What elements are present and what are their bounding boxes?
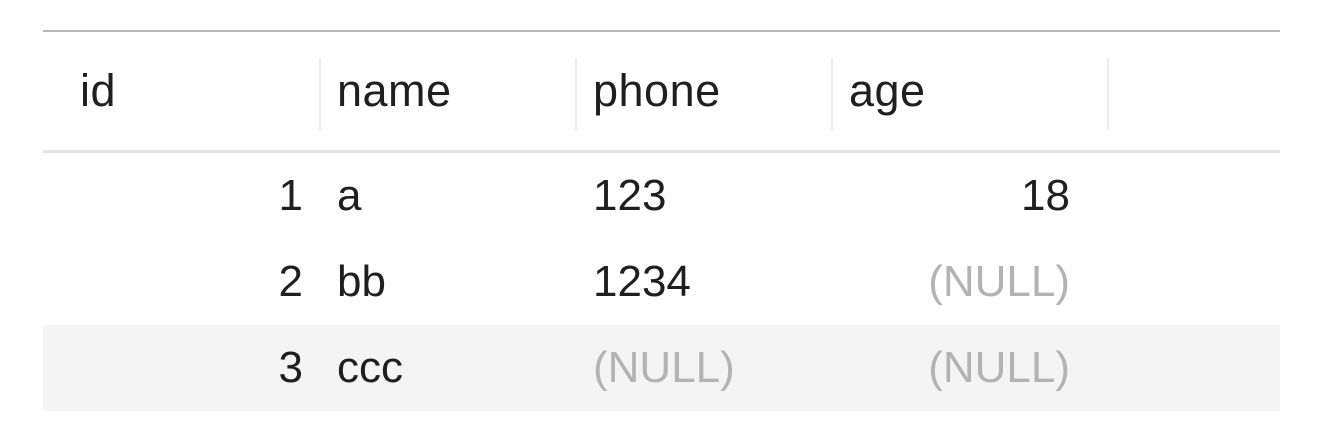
column-header-age[interactable]: age (832, 32, 1108, 150)
table-header: id name phone age (43, 32, 1280, 153)
cell-age[interactable]: 18 (832, 153, 1070, 239)
cell-name[interactable]: bb (320, 239, 576, 325)
cell-age[interactable]: (NULL) (832, 239, 1070, 325)
column-header-phone[interactable]: phone (576, 32, 832, 150)
cell-age[interactable]: (NULL) (832, 325, 1070, 411)
cell-name[interactable]: a (320, 153, 576, 239)
cell-id[interactable]: 1 (43, 153, 303, 239)
results-grid: id name phone age 1 a 123 18 2 bb 1234 (… (43, 30, 1280, 411)
table-row-selected[interactable]: 3 ccc (NULL) (NULL) (43, 325, 1280, 411)
table-row[interactable]: 1 a 123 18 (43, 153, 1280, 239)
cell-id[interactable]: 3 (43, 325, 303, 411)
column-header-id[interactable]: id (43, 32, 319, 150)
column-header-name[interactable]: name (320, 32, 576, 150)
cell-name[interactable]: ccc (320, 325, 576, 411)
cell-phone[interactable]: 123 (576, 153, 832, 239)
cell-phone[interactable]: (NULL) (576, 325, 832, 411)
table-row[interactable]: 2 bb 1234 (NULL) (43, 239, 1280, 325)
cell-phone[interactable]: 1234 (576, 239, 832, 325)
column-resize-handle[interactable] (1107, 58, 1109, 130)
cell-id[interactable]: 2 (43, 239, 303, 325)
